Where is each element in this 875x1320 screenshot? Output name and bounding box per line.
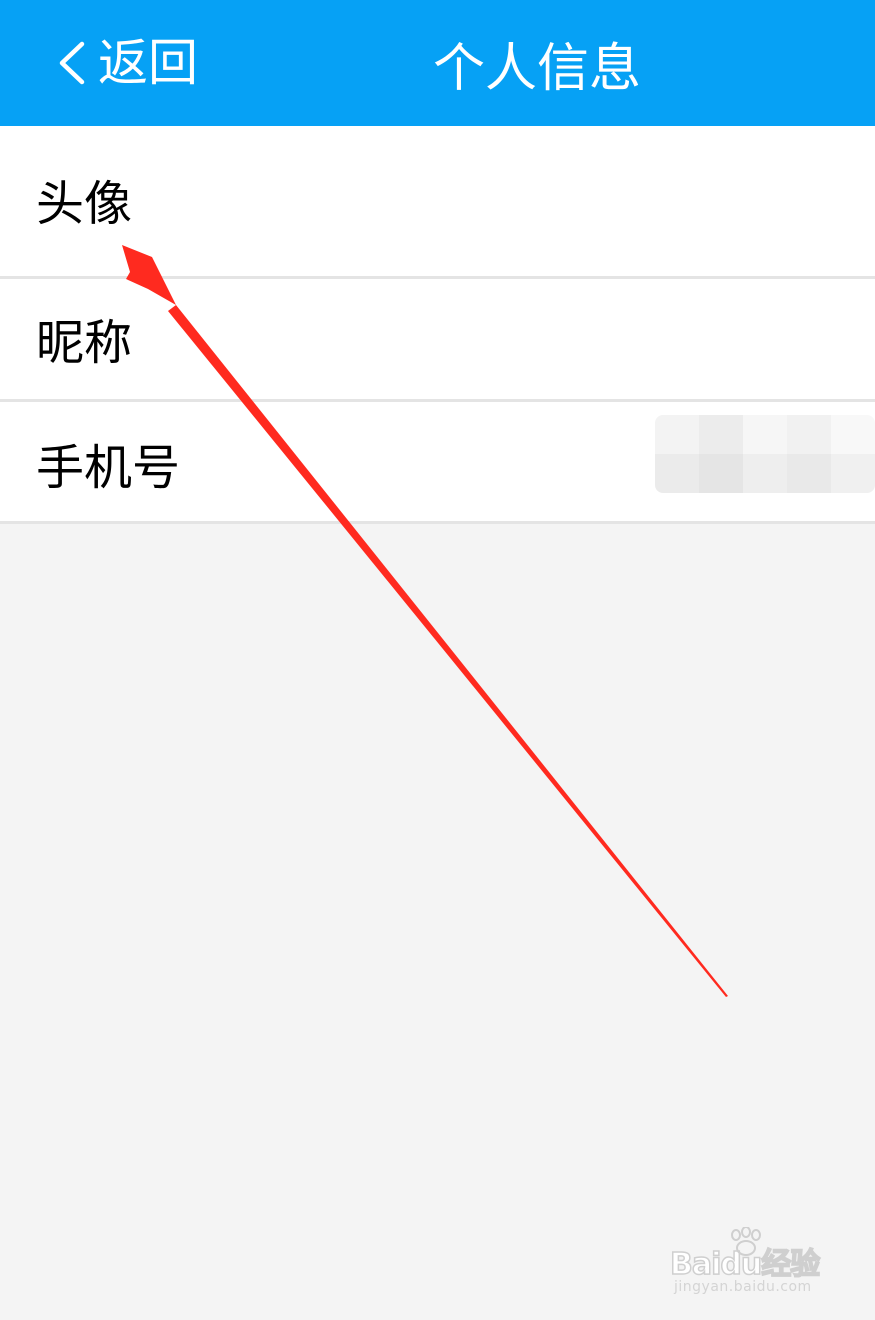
paw-icon bbox=[731, 1227, 761, 1256]
back-label: 返回 bbox=[98, 34, 198, 92]
row-phone[interactable]: 手机号 bbox=[0, 402, 875, 521]
row-label-nickname: 昵称 bbox=[36, 315, 133, 371]
chevron-left-icon bbox=[59, 41, 85, 85]
redacted-phone-value bbox=[655, 415, 875, 493]
watermark: Baidu经验 jingyan.baidu.com bbox=[669, 1225, 835, 1305]
top-bar: 返回 个人信息 bbox=[0, 0, 875, 126]
watermark-url: jingyan.baidu.com bbox=[674, 1279, 812, 1295]
divider bbox=[0, 521, 875, 524]
back-button[interactable]: 返回 bbox=[52, 0, 198, 126]
row-nickname[interactable]: 昵称 bbox=[0, 279, 875, 399]
row-avatar[interactable]: 头像 bbox=[0, 126, 875, 276]
watermark-brand: Baidu经验 bbox=[669, 1246, 821, 1283]
row-label-phone: 手机号 bbox=[36, 440, 181, 496]
row-label-avatar: 头像 bbox=[36, 176, 133, 232]
